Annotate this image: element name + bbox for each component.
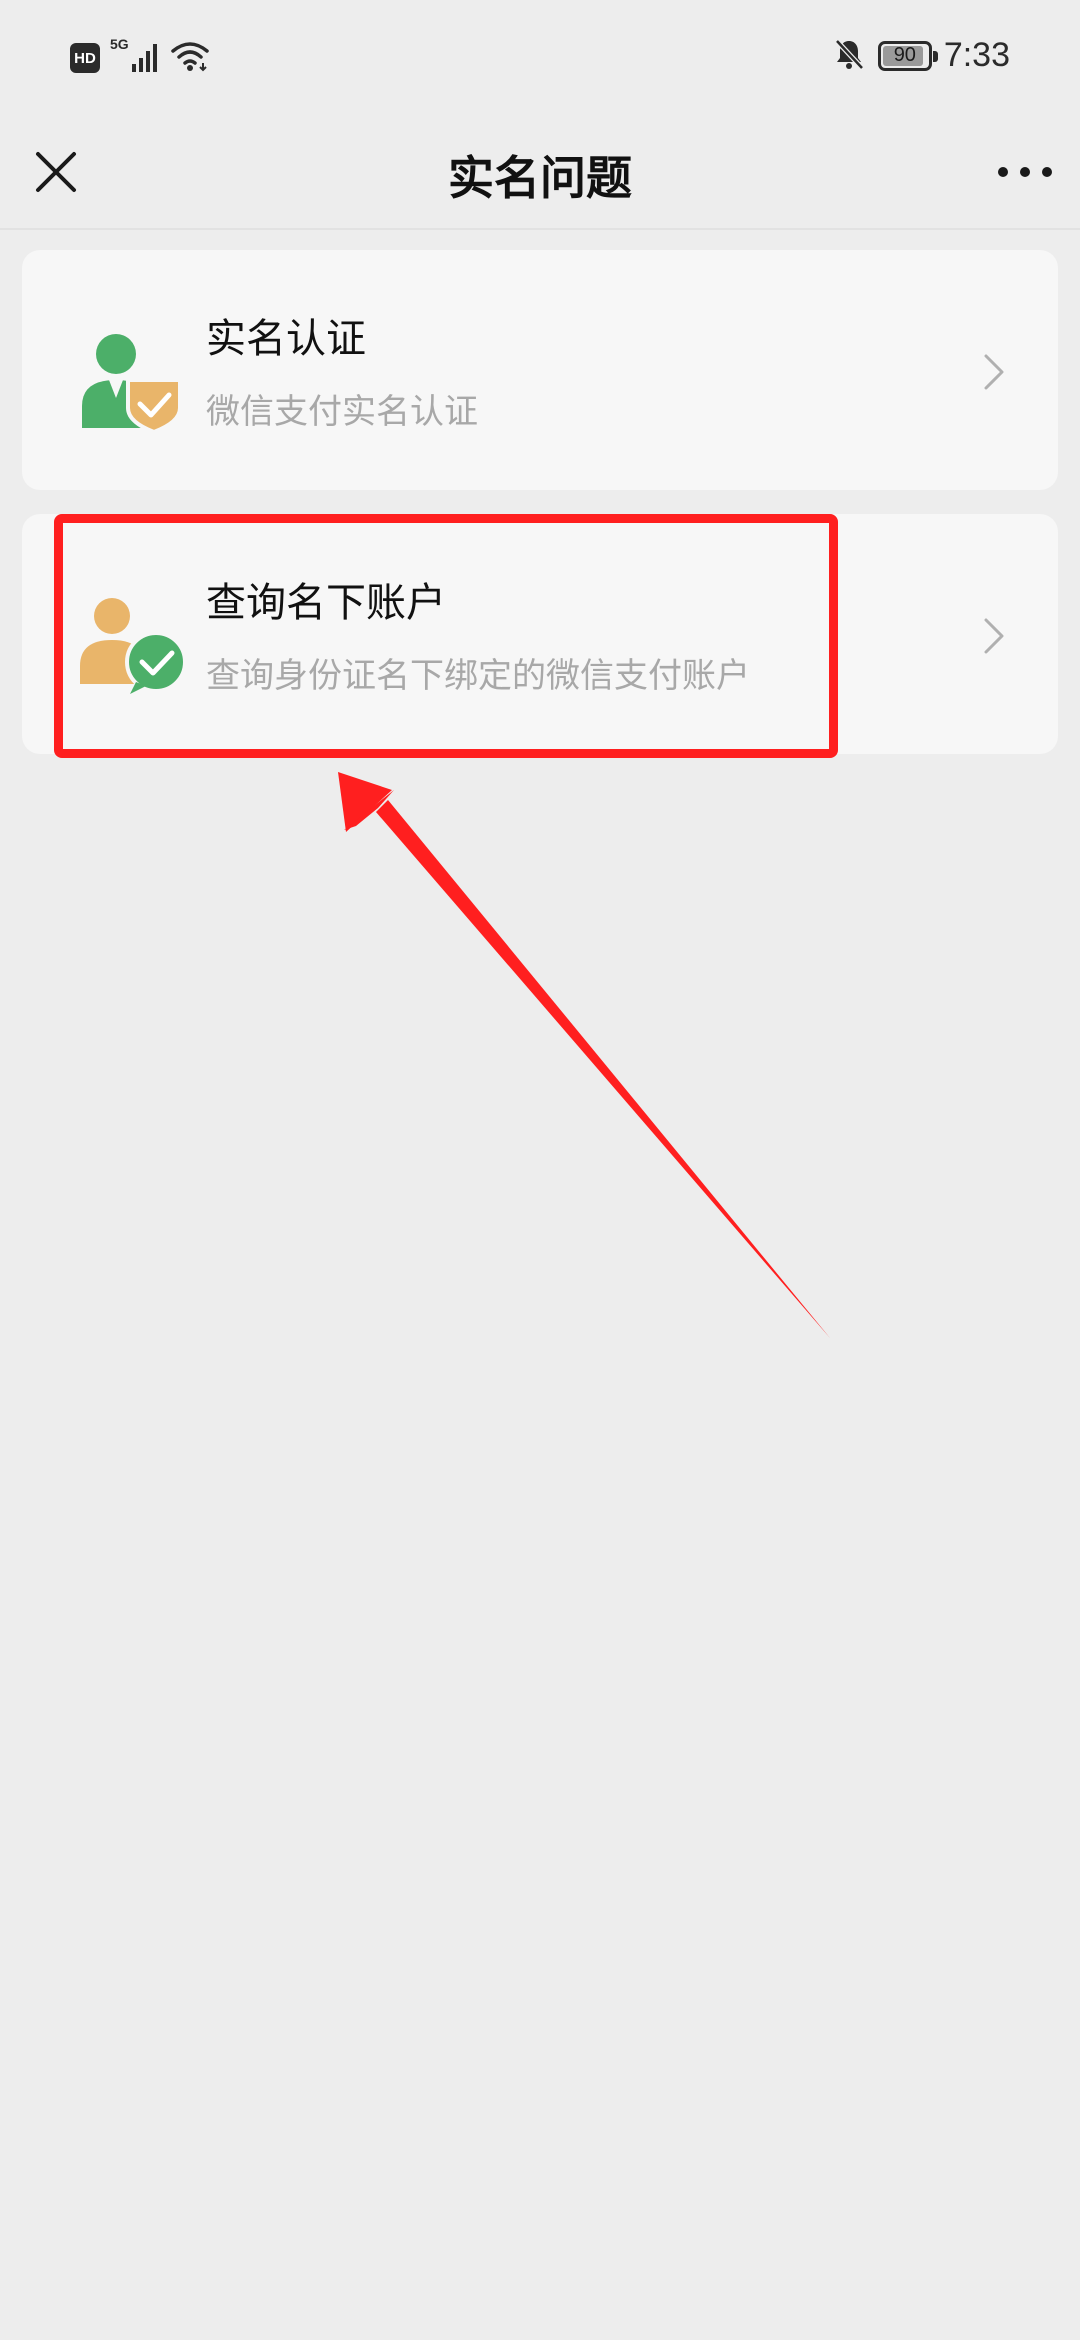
signal-icon: 5G [110,36,160,76]
chevron-right-icon [984,354,1004,390]
card-title: 实名认证 [206,316,366,362]
network-type-label: 5G [110,36,129,52]
hd-badge: HD [70,43,100,73]
page-title: 实名问题 [448,151,632,205]
battery-icon: 90 [877,40,938,71]
status-bar: HD 5G 90 7:33 [0,0,1080,120]
query-accounts-card[interactable]: 查询名下账户 查询身份证名下绑定的微信支付账户 [22,514,1058,754]
card-subtitle: 微信支付实名认证 [206,392,478,432]
chevron-right-icon [984,618,1004,654]
real-name-verification-card[interactable]: 实名认证 微信支付实名认证 [22,250,1058,490]
bell-muted-icon [832,37,866,75]
more-button[interactable] [990,140,1060,204]
more-icon [998,167,1052,177]
battery-level: 90 [893,44,916,66]
status-clock: 7:33 [943,36,1010,74]
user-shield-icon [76,328,188,435]
nav-divider [0,228,1080,230]
status-right: 90 7:33 [832,36,1010,75]
card-title: 查询名下账户 [206,580,446,626]
nav-bar: 实名问题 [0,120,1080,230]
wifi-icon [170,40,210,76]
user-chat-check-icon [76,592,188,696]
status-left: HD 5G [70,36,210,76]
card-subtitle: 查询身份证名下绑定的微信支付账户 [206,656,750,696]
